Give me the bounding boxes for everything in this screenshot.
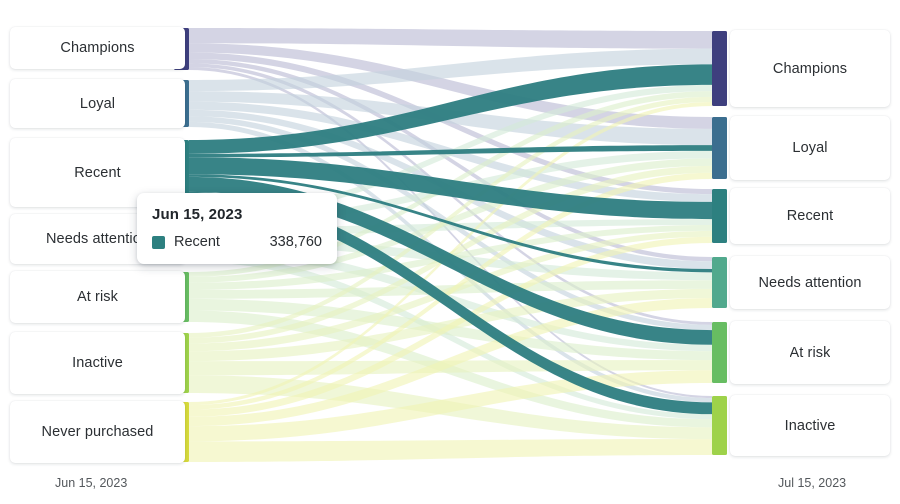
- tooltip-title: Jun 15, 2023: [152, 206, 243, 223]
- node-label-text: Loyal: [79, 95, 116, 112]
- node-label-text: Recent: [74, 164, 121, 181]
- target-node-card-loyal[interactable]: Loyal: [730, 116, 890, 180]
- node-label-text: Recent: [786, 208, 834, 224]
- source-node-card-never-purchased[interactable]: Never purchased: [10, 401, 185, 463]
- node-label-text: Champions: [60, 40, 135, 56]
- node-label-text: Needs attention: [758, 274, 862, 291]
- target-node-card-inactive[interactable]: Inactive: [730, 395, 890, 456]
- target-node-at-risk[interactable]: [712, 322, 727, 383]
- sankey-link[interactable]: [189, 28, 712, 49]
- target-node-champions[interactable]: [712, 31, 727, 106]
- node-label-text: Inactive: [784, 417, 836, 434]
- tooltip-series-label: Recent: [174, 234, 220, 250]
- target-node-card-needs-attention[interactable]: Needs attention: [730, 256, 890, 309]
- node-label-text: Never purchased: [41, 424, 154, 440]
- node-label-text: Inactive: [72, 355, 123, 371]
- node-label-text: Champions: [772, 60, 848, 77]
- target-node-inactive[interactable]: [712, 396, 727, 455]
- tooltip-series-row: Recent 338,760: [152, 234, 322, 250]
- sankey-link[interactable]: [189, 439, 712, 462]
- axis-label-start-date: Jun 15, 2023: [55, 476, 128, 490]
- source-node-card-champions[interactable]: Champions: [10, 27, 185, 69]
- axis-label-end-date: Jul 15, 2023: [778, 476, 847, 490]
- node-label-text: Needs attention: [45, 231, 150, 247]
- node-label-text: Loyal: [792, 140, 828, 156]
- target-node-card-champions[interactable]: Champions: [730, 30, 890, 107]
- tooltip-color-swatch: [152, 235, 165, 249]
- source-node-card-loyal[interactable]: Loyal: [10, 79, 185, 128]
- target-node-loyal[interactable]: [712, 117, 727, 179]
- target-node-recent[interactable]: [712, 189, 727, 243]
- source-node-card-at-risk[interactable]: At risk: [10, 271, 185, 323]
- hover-tooltip: Jun 15, 2023 Recent 338,760: [137, 193, 337, 264]
- tooltip-series-value: 338,760: [269, 234, 322, 250]
- node-label-text: At risk: [77, 289, 118, 305]
- source-node-card-inactive[interactable]: Inactive: [10, 332, 185, 394]
- target-node-needs-attention[interactable]: [712, 257, 727, 308]
- target-node-card-recent[interactable]: Recent: [730, 188, 890, 244]
- sankey-chart-container: Champions Loyal Recent Needs attention At ri…: [0, 0, 900, 504]
- node-label-text: At risk: [789, 344, 831, 361]
- target-node-card-at-risk[interactable]: At risk: [730, 321, 890, 384]
